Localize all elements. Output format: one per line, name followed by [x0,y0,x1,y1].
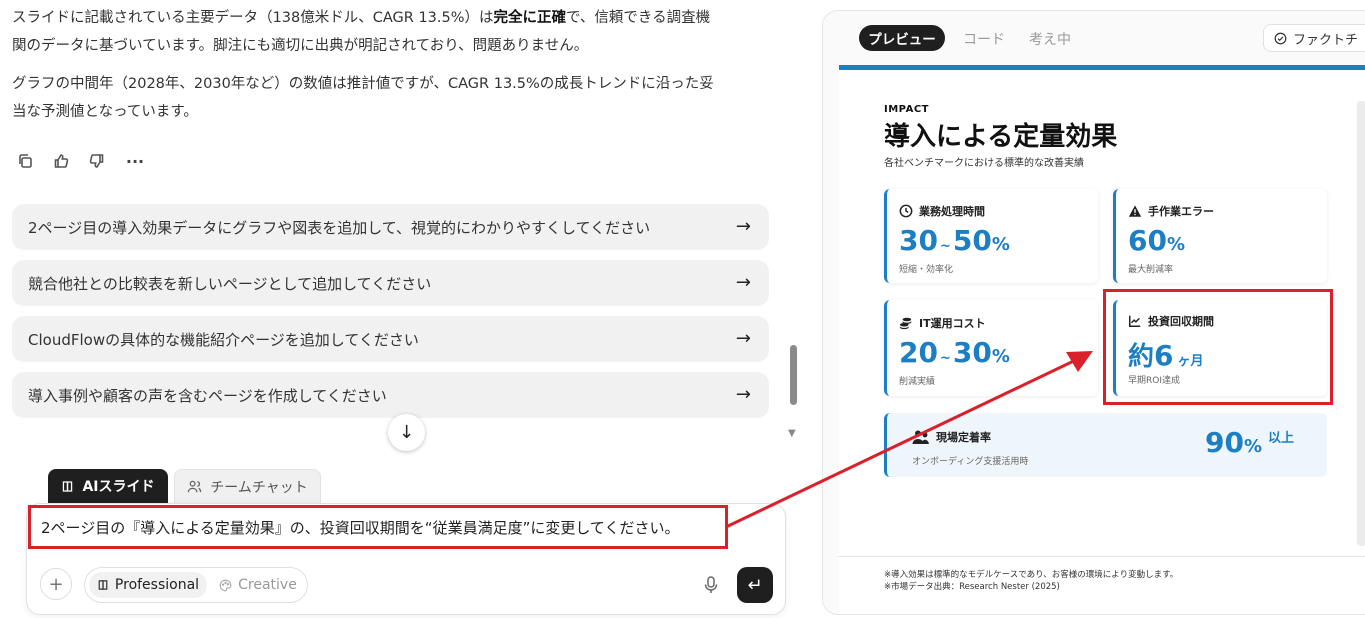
factcheck-button[interactable]: ファクトチ [1263,24,1365,52]
scroll-down-arrow-icon[interactable]: ▼ [788,428,796,439]
suggestion-label: 競合他社との比較表を新しいページとして追加してください [28,274,432,293]
slide-footer-divider [838,556,1365,557]
suggestion-label: 2ページ目の導入効果データにグラフや図表を追加して、視覚的にわかりやすくしてくだ… [28,218,651,237]
message-bold-text: 完全に正確 [493,10,567,26]
metric-card-header: IT運用コスト [899,315,986,331]
message-text: スライドに記載されている主要データ（138億米ドル、CAGR 13.5%）は [12,10,494,26]
slide-footnote: ※導入効果は標準的なモデルケースであり、お客様の環境により変動します。 [884,570,1179,580]
slide-subtitle: 各社ベンチマークにおける標準的な改善実績 [884,158,1084,169]
metric-unit: % [991,346,1010,367]
metric-value: 20 ~30% [899,336,1010,369]
message-text: 関のデータに基づいています。脚注にも適切に出典が明記されており、問題ありません。 [12,38,589,54]
message-text: で、信頼できる調査機 [566,10,711,26]
chat-pane: スライドに記載されている主要データ（138億米ドル、CAGR 13.5%）は完全… [0,0,800,618]
send-button[interactable]: ↵ [737,567,773,603]
clock-icon [899,204,913,218]
metric-note: オンボーディング支援活用時 [912,457,1029,467]
metric-number: 30 [952,336,992,369]
user-check-icon [912,430,929,444]
mode-label: Creative [238,577,297,593]
metric-card-header: 手作業エラー [1128,203,1214,219]
preview-tabbar: プレビュー コード 考え中 ファクトチ [823,11,1365,67]
metric-note: 短縮・効率化 [899,265,954,275]
assistant-message-paragraph-1: スライドに記載されている主要データ（138億米ドル、CAGR 13.5%）は完全… [12,4,772,60]
slide-eyebrow: IMPACT [884,104,929,115]
slide-title: 導入による定量効果 [884,122,1118,152]
coins-icon [899,317,912,330]
metric-unit: % [1243,436,1263,457]
arrow-right-icon: → [735,216,751,237]
assistant-message-paragraph-2: グラフの中間年（2028年、2030年など）の数値は推計値ですが、CAGR 13… [12,70,772,126]
metric-label: 手作業エラー [1148,205,1214,218]
metric-note: 最大削減率 [1128,265,1174,275]
suggestion-item[interactable]: 競合他社との比較表を新しいページとして追加してください → [12,260,769,306]
tab-thinking[interactable]: 考え中 [1029,29,1071,49]
more-icon[interactable]: ··· [124,150,146,172]
tab-code[interactable]: コード [963,29,1005,49]
metric-label: IT運用コスト [919,317,986,330]
message-actions: ··· [16,150,146,172]
arrow-right-icon: → [735,328,751,349]
suggestion-item[interactable]: 導入事例や顧客の声を含むページを作成してください → [12,372,769,418]
mode-creative-button[interactable]: Creative [212,572,304,598]
metric-label: 業務処理時間 [919,205,985,218]
scroll-to-bottom-button[interactable]: ↓ [388,414,425,451]
microphone-icon[interactable] [700,573,722,597]
warning-icon [1128,205,1142,217]
check-circle-icon [1274,32,1287,44]
arrow-right-icon: → [735,272,751,293]
metric-number: 50 [952,224,992,257]
metric-separator: ~ [939,239,951,254]
tab-label: チームチャット [210,479,308,496]
suggestion-label: 導入事例や顧客の声を含むページを作成してください [28,386,387,405]
message-text: グラフの中間年（2028年、2030年など）の数値は推計値ですが、CAGR 13… [12,76,714,92]
slide-footnote: ※市場データ出典：Research Nester (2025) [884,582,1060,592]
thumbs-up-icon[interactable] [52,150,70,172]
mode-label: Professional [114,577,200,593]
metric-number: 30 [899,224,938,257]
chat-scrollbar-thumb[interactable] [790,345,797,405]
tab-preview[interactable]: プレビュー [859,25,945,51]
metric-suffix: 以上 [1268,431,1295,446]
arrow-right-icon: → [735,384,751,405]
app-root: スライドに記載されている主要データ（138億米ドル、CAGR 13.5%）は完全… [0,0,1365,618]
metric-value: 60% [1128,224,1185,257]
metric-number: 20 [899,336,938,369]
book-icon [63,480,73,492]
metric-card-header: 現場定着率 [912,429,991,445]
annotation-highlight-box [1103,289,1333,405]
metric-separator: ~ [939,351,951,366]
mode-professional-button[interactable]: Professional [89,572,207,598]
metric-number: 90 [1205,426,1244,459]
tab-team-chat[interactable]: チームチャット [174,469,321,503]
palette-icon [219,579,232,591]
tab-label: AIスライド [82,479,155,495]
metric-value: 30 ~50% [899,224,1010,257]
tab-ai-slides[interactable]: AIスライド [48,469,168,503]
suggestion-item[interactable]: CloudFlowの具体的な機能紹介ページを追加してください → [12,316,769,362]
suggestion-item[interactable]: 2ページ目の導入効果データにグラフや図表を追加して、視覚的にわかりやすくしてくだ… [12,204,769,250]
message-text: 当な予測値となっています。 [12,104,198,120]
add-attachment-button[interactable]: + [40,568,72,600]
metric-label: 現場定着率 [936,431,991,444]
book-icon [98,580,108,590]
metric-unit: % [991,234,1010,255]
metric-number: 60 [1128,224,1167,257]
factcheck-label: ファクトチ [1293,32,1359,48]
suggestion-label: CloudFlowの具体的な機能紹介ページを追加してください [28,330,419,349]
users-icon [188,480,202,493]
copy-icon[interactable] [16,150,34,172]
prompt-text: 2ページ目の『導入による定量効果』の、投資回収期間を“従業員満足度”に変更してく… [41,518,680,537]
metric-unit: % [1166,234,1186,255]
metric-value: 90% 以上 [1205,426,1294,459]
thumbs-down-icon[interactable] [88,150,106,172]
prompt-input[interactable]: 2ページ目の『導入による定量効果』の、投資回収期間を“従業員満足度”に変更してく… [28,505,728,549]
metric-note: 削減実績 [899,377,936,387]
preview-scrollbar[interactable] [1357,101,1365,546]
metric-card-header: 業務処理時間 [899,203,985,219]
